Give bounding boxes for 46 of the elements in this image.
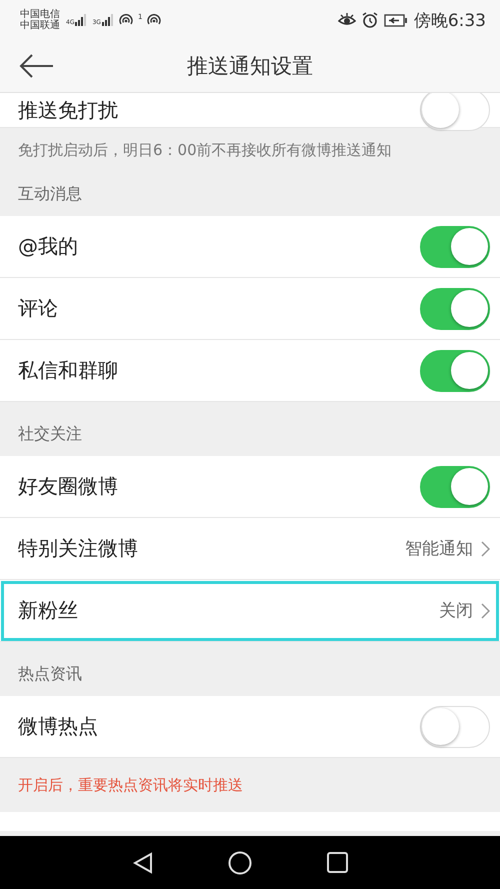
setting-label: 好友圈微博 [18, 473, 119, 500]
chevron-right-icon [481, 602, 490, 618]
toggle-switch[interactable] [420, 706, 490, 748]
setting-label: 新粉丝 [18, 597, 79, 624]
eye-icon [338, 13, 356, 27]
battery-charging-icon [384, 14, 408, 26]
hotspot-icon [118, 14, 133, 26]
settings-row[interactable]: 新粉丝 关闭 [0, 580, 500, 642]
settings-row[interactable]: 好友圈微博 [0, 456, 500, 518]
settings-row[interactable]: @我的 [0, 216, 500, 278]
carrier-name: 中国电信 [20, 9, 60, 20]
section-header: 热点资讯 [17, 662, 83, 684]
settings-row[interactable]: 私信和群聊 [0, 340, 500, 402]
back-button[interactable] [18, 52, 54, 80]
settings-row[interactable]: 推送免打扰 [0, 93, 500, 128]
toggle-switch[interactable] [420, 350, 490, 392]
setting-value: 关闭 [439, 600, 473, 622]
setting-label: 推送免打扰 [18, 96, 119, 124]
setting-label: 评论 [18, 295, 59, 322]
settings-row[interactable]: 特别关注微博 智能通知 [0, 518, 500, 580]
toggle-switch[interactable] [420, 93, 490, 131]
chevron-right-icon [481, 540, 490, 556]
recents-nav-button[interactable] [326, 852, 348, 873]
hotspot-icon [147, 14, 162, 26]
signal-icon [75, 14, 88, 26]
page-title: 推送通知设置 [187, 53, 313, 80]
signal-icon [102, 14, 114, 26]
setting-label: @我的 [18, 233, 79, 260]
home-nav-button[interactable] [228, 850, 252, 874]
hint-text: 开启后，重要热点资讯将实时推送 [17, 774, 244, 796]
section-header: 互动消息 [17, 182, 83, 204]
clock-time: 傍晚6:33 [414, 10, 486, 32]
setting-label: 特别关注微博 [18, 535, 139, 562]
section-header: 社交关注 [17, 422, 83, 444]
setting-value: 智能通知 [405, 538, 473, 560]
hint-text: 免打扰启动后，明日6：00前不再接收所有微博推送通知 [17, 140, 393, 160]
settings-row[interactable]: 微博热点 [0, 696, 500, 758]
back-nav-button[interactable] [132, 852, 152, 874]
toggle-switch[interactable] [420, 466, 490, 508]
settings-row[interactable]: 评论 [0, 278, 500, 340]
toggle-switch[interactable] [420, 226, 490, 268]
carrier-name: 中国联通 [20, 20, 60, 31]
setting-label: 私信和群聊 [18, 357, 119, 384]
toggle-switch[interactable] [420, 288, 490, 330]
alarm-icon [362, 12, 378, 28]
setting-label: 微博热点 [18, 713, 99, 740]
